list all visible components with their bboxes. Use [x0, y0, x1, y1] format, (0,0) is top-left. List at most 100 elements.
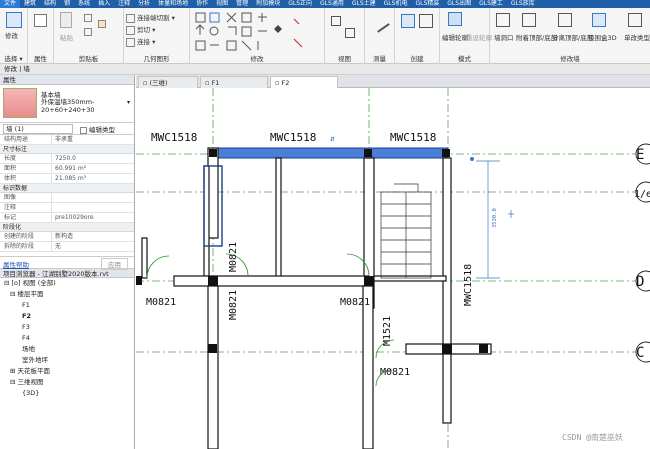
wall-opening-button[interactable]: 墙洞口 [494, 32, 514, 42]
create-assembly-icon[interactable] [401, 14, 415, 28]
cut-icon[interactable] [84, 28, 92, 36]
change-type-icon [628, 13, 642, 27]
property-row[interactable]: 标记 pre10029ore [0, 213, 134, 223]
envelope-3d-button[interactable]: 包围盒3D [588, 32, 617, 42]
menu-6[interactable]: 注释 [114, 0, 134, 8]
menu-4[interactable]: 系统 [74, 0, 94, 8]
property-row[interactable]: 图像 [0, 193, 134, 203]
left-panel: 属性 基本墙 外保温墙350mm- 20+60+240+30 ▾ 墙 (1) 编… [0, 75, 135, 449]
browser-item[interactable]: ⊟ 楼层平面 [0, 289, 134, 300]
property-value[interactable] [52, 203, 55, 212]
view-tab[interactable]: ▫ F1 [200, 76, 268, 88]
modify-button[interactable]: 修改 [5, 30, 18, 40]
menu-10[interactable]: 视图 [212, 0, 232, 8]
apply-button[interactable]: 应用 [101, 258, 128, 270]
paste-icon[interactable] [60, 12, 72, 28]
property-row[interactable]: 拆除的阶段无 [0, 242, 134, 252]
browser-item[interactable]: ⊟ [o] 视图 (全部) [0, 278, 134, 289]
select-menu[interactable]: 选择 ▾ [0, 53, 27, 63]
browser-item[interactable]: ⊞ 天花板平面 [0, 366, 134, 377]
menu-1[interactable]: 建筑 [20, 0, 40, 8]
measure-group-label: 测量 [373, 55, 386, 63]
cut-join-button[interactable]: 连接端切割 ▾ [126, 12, 175, 23]
properties-icon[interactable] [34, 14, 47, 27]
browser-item[interactable]: ⊟ 三维视图 [0, 377, 134, 388]
menu-17[interactable]: GLS精装 [411, 0, 443, 8]
property-row[interactable]: 结构用途 非承重 [0, 135, 134, 145]
grid-head-label: E [636, 147, 644, 163]
property-value[interactable]: 21.085 m³ [52, 174, 86, 183]
selected-wall[interactable] [212, 147, 449, 159]
menu-8[interactable]: 体量和场地 [154, 0, 192, 8]
mode-group-label: 模式 [458, 55, 471, 63]
property-key: 结构用途 [0, 135, 52, 144]
cut-button[interactable]: 剪切 ▾ [126, 24, 155, 35]
edit-profile-button[interactable]: 编辑轮廓 [442, 32, 468, 42]
flip-control[interactable]: ⇵ [330, 134, 335, 143]
endpoint-grip[interactable] [470, 157, 474, 161]
browser-item[interactable]: F2 [0, 311, 134, 322]
floor-plan[interactable]: 3520.0 ⇵ MWC1518 MWC1518 MWC1518 M0821 M… [136, 88, 650, 449]
paste-button[interactable]: 粘贴 [60, 32, 73, 42]
drawing-canvas[interactable]: 3520.0 ⇵ MWC1518 MWC1518 MWC1518 M0821 M… [136, 88, 650, 449]
property-value[interactable]: 7250.0 [52, 154, 76, 163]
property-section[interactable]: 阶段化 [0, 223, 134, 232]
property-row[interactable]: 体积 21.085 m³ [0, 174, 134, 184]
menu-13[interactable]: GLS正向 [284, 0, 316, 8]
copy-icon[interactable] [84, 14, 92, 22]
property-value[interactable]: 非承重 [52, 135, 73, 144]
change-type-name-button[interactable]: 单改类型名 ▾ [624, 32, 650, 42]
property-row[interactable]: 创建的阶段 新构造 [0, 232, 134, 242]
menu-12[interactable]: 附加模块 [252, 0, 284, 8]
type-selector[interactable]: 基本墙 外保温墙350mm- 20+60+240+30 ▾ [0, 85, 134, 123]
browser-item[interactable]: F1 [0, 300, 134, 311]
property-value[interactable]: 60.991 m² [52, 164, 86, 173]
modify-tools-icons[interactable] [194, 11, 319, 53]
hide-tool-icon[interactable] [345, 28, 355, 38]
menu-20[interactable]: GLS族库 [507, 0, 539, 8]
modify-wall-group-label: 修改墙 [560, 55, 580, 63]
type-dropdown-icon[interactable]: ▾ [127, 99, 130, 106]
property-row[interactable]: 面积 60.991 m² [0, 164, 134, 174]
join-button[interactable]: 连接 ▾ [126, 36, 155, 47]
create-group-icon[interactable] [419, 14, 433, 28]
browser-item[interactable]: F3 [0, 322, 134, 333]
view-tab[interactable]: ▫ (三维) [138, 76, 198, 88]
property-value[interactable]: 无 [52, 242, 61, 251]
browser-item[interactable]: F4 [0, 333, 134, 344]
match-icon[interactable] [98, 20, 106, 28]
menu-18[interactable]: GLS出图 [443, 0, 475, 8]
menu-3[interactable]: 钢 [60, 0, 74, 8]
menu-0[interactable]: 文件 [0, 0, 21, 8]
modify-tool-icon[interactable] [6, 12, 22, 28]
instance-selector[interactable]: 墙 (1) [3, 124, 73, 134]
browser-item[interactable]: 室外地坪 [0, 355, 134, 366]
reset-profile-button[interactable]: 重设轮廓 [466, 32, 492, 42]
edit-type-button[interactable]: 编辑类型 [80, 124, 115, 134]
browser-item[interactable]: 场地 [0, 344, 134, 355]
menu-7[interactable]: 分析 [134, 0, 154, 8]
view-tab[interactable]: ▫ F2 [270, 76, 338, 88]
menu-11[interactable]: 管理 [232, 0, 252, 8]
property-section[interactable]: 标识数据 [0, 184, 134, 193]
menu-15[interactable]: GLS土建 [348, 0, 380, 8]
property-value[interactable] [52, 193, 55, 202]
edit-profile-icon[interactable] [448, 12, 462, 26]
menu-2[interactable]: 结构 [40, 0, 60, 8]
view-tool-icon[interactable] [331, 16, 341, 26]
properties-group-label: 属性 [34, 55, 47, 63]
menu-5[interactable]: 插入 [94, 0, 114, 8]
properties-help-link[interactable]: 属性帮助 [3, 259, 29, 269]
menu-14[interactable]: GLS通用 [316, 0, 348, 8]
menu-9[interactable]: 协作 [192, 0, 212, 8]
measure-icon[interactable] [370, 13, 390, 33]
property-value[interactable]: pre10029ore [52, 213, 94, 222]
menu-16[interactable]: GLS机电 [380, 0, 412, 8]
view-group: 视图 [325, 8, 365, 64]
property-row[interactable]: 注释 [0, 203, 134, 213]
browser-item[interactable]: {3D} [0, 388, 134, 399]
property-value[interactable]: 新构造 [52, 232, 73, 241]
property-section[interactable]: 尺寸标注 [0, 145, 134, 154]
menu-19[interactable]: GLS建工 [475, 0, 507, 8]
property-row[interactable]: 长度 7250.0 [0, 154, 134, 164]
